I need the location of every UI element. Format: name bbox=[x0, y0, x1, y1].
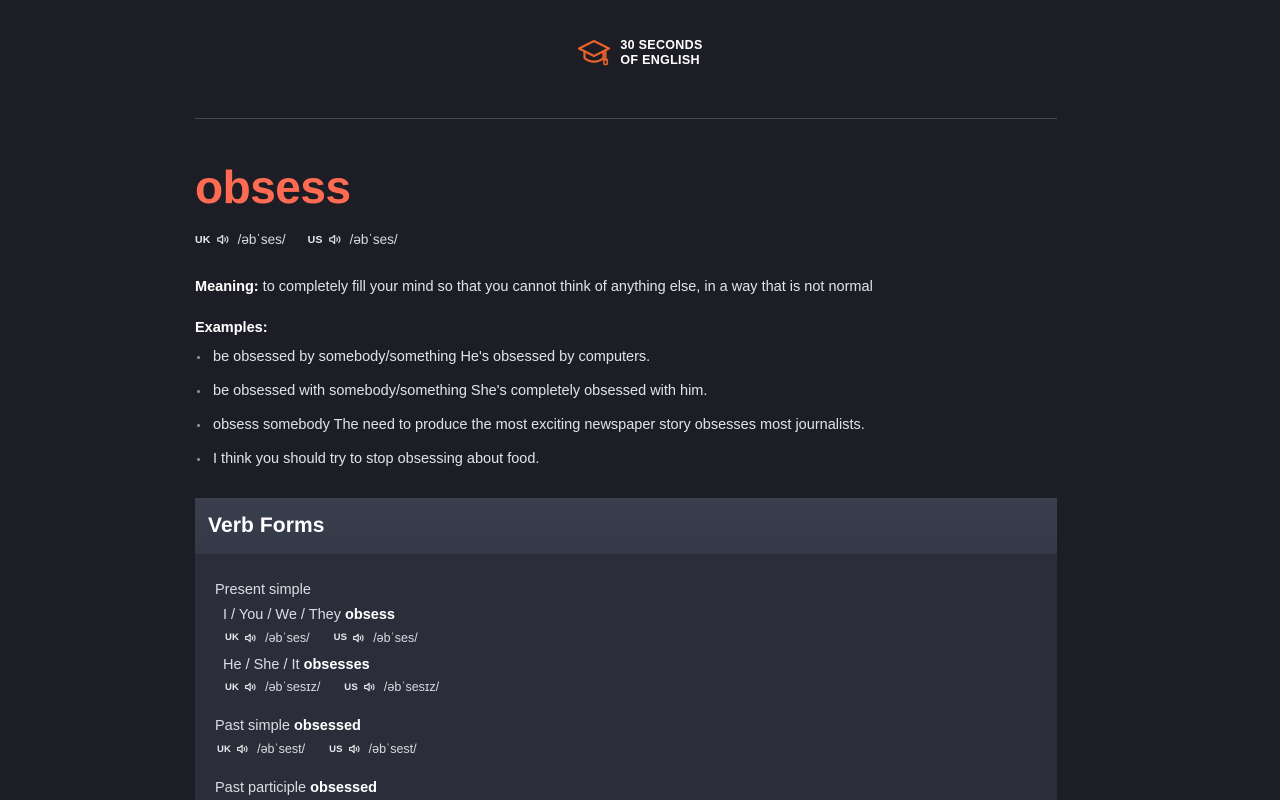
speaker-icon[interactable] bbox=[352, 632, 365, 644]
pronunciation-us: US /əbˈsesɪz/ bbox=[344, 680, 439, 694]
verb-form-pronunciation-row: UK /əbˈsest/ US /əbˈsest/ bbox=[217, 742, 1043, 756]
pronunciation-ipa-us: /əbˈsest/ bbox=[368, 742, 417, 757]
main-content: obsess UK /əbˈses/ US /əbˈses/ Meaning: … bbox=[195, 118, 1057, 800]
verb-form-entry: Past simple obsessed UK /əbˈsest/ US /əb… bbox=[215, 716, 1043, 756]
site-header: 30 SECONDS OF ENGLISH bbox=[0, 0, 1280, 118]
verb-form-line: He / She / It obsesses bbox=[223, 655, 1043, 677]
logo-line-1: 30 SECONDS bbox=[620, 38, 703, 52]
examples-label: Examples: bbox=[195, 320, 268, 337]
examples-list: be obsessed by somebody/something He's o… bbox=[195, 347, 1057, 470]
speaker-icon[interactable] bbox=[244, 632, 257, 644]
verb-form-word: obsesses bbox=[303, 656, 370, 673]
verb-form-subject: Past simple bbox=[215, 718, 294, 735]
speaker-icon[interactable] bbox=[363, 681, 376, 693]
pronunciation-uk: UK /əbˈsesɪz/ bbox=[225, 680, 320, 694]
verb-form-subject: He / She / It bbox=[223, 656, 304, 673]
logo-wordmark: 30 SECONDS OF ENGLISH bbox=[620, 38, 702, 69]
pronunciation-uk: UK /əbˈses/ bbox=[195, 232, 286, 247]
verb-form-entry: Past participle obsessed UK /əbˈsest/ bbox=[215, 778, 1043, 800]
header-divider bbox=[195, 118, 1057, 119]
meaning-block: Meaning: to completely fill your mind so… bbox=[195, 277, 1057, 298]
speaker-icon[interactable] bbox=[236, 743, 249, 755]
list-item: be obsessed by somebody/something He's o… bbox=[195, 347, 1057, 368]
verb-form-pronunciation-row: UK /əbˈses/ US /əbˈses/ bbox=[225, 631, 1043, 645]
speaker-icon[interactable] bbox=[244, 681, 257, 693]
pronunciation-us: US /əbˈses/ bbox=[334, 631, 418, 645]
verb-form-entry: I / You / We / They obsess UK /əbˈses/ U… bbox=[223, 605, 1043, 645]
pronunciation-ipa-us: /əbˈses/ bbox=[349, 232, 398, 247]
pronunciation-us: US /əbˈses/ bbox=[308, 232, 398, 247]
verb-forms-header: Verb Forms bbox=[195, 498, 1057, 555]
pronunciation-us: US /əbˈsest/ bbox=[329, 742, 417, 756]
logo-line-2: OF ENGLISH bbox=[620, 53, 700, 68]
verb-form-entry: He / She / It obsesses UK /əbˈsesɪz/ US … bbox=[223, 655, 1043, 695]
page-title: obsess bbox=[195, 161, 351, 213]
verb-form-word: obsessed bbox=[293, 718, 361, 735]
graduation-cap-icon bbox=[578, 40, 611, 66]
pronunciation-ipa-uk: /əbˈsest/ bbox=[257, 742, 306, 757]
verb-form-pronunciation-row: UK /əbˈsesɪz/ US /əbˈsesɪz/ bbox=[225, 680, 1043, 694]
verb-form-subject: I / You / We / They bbox=[223, 606, 345, 623]
pronunciation-locale-uk: UK bbox=[195, 233, 211, 246]
pronunciation-ipa-uk: /əbˈsesɪz/ bbox=[265, 680, 321, 695]
pronunciation-locale-us: US bbox=[307, 233, 323, 246]
list-item: obsess somebody The need to produce the … bbox=[195, 415, 1057, 436]
verb-forms-title: Verb Forms bbox=[208, 514, 325, 538]
pronunciation-locale-uk: UK bbox=[225, 681, 240, 693]
verb-form-word: obsessed bbox=[310, 780, 378, 797]
pronunciation-locale-uk: UK bbox=[217, 743, 232, 755]
site-logo[interactable]: 30 SECONDS OF ENGLISH bbox=[577, 38, 702, 69]
pronunciation-locale-us: US bbox=[329, 743, 343, 755]
verb-form-subject: Past participle bbox=[215, 780, 311, 797]
verb-forms-panel: Verb Forms Present simple I / You / We /… bbox=[195, 498, 1057, 800]
pronunciation-locale-uk: UK bbox=[225, 632, 240, 644]
pronunciation-uk: UK /əbˈses/ bbox=[225, 631, 310, 645]
page-root: 30 SECONDS OF ENGLISH obsess UK /əbˈses/… bbox=[0, 0, 1280, 800]
pronunciation-ipa-us: /əbˈses/ bbox=[373, 630, 418, 645]
pronunciation-uk: UK /əbˈsest/ bbox=[217, 742, 305, 756]
verb-form-word: obsess bbox=[344, 606, 395, 623]
headword-pronunciation-row: UK /əbˈses/ US /əbˈses/ bbox=[195, 232, 1057, 247]
pronunciation-locale-us: US bbox=[333, 632, 348, 644]
verb-form-line: Past participle obsessed bbox=[215, 778, 1043, 800]
speaker-icon[interactable] bbox=[216, 233, 230, 246]
speaker-icon[interactable] bbox=[328, 233, 342, 246]
pronunciation-ipa-uk: /əbˈses/ bbox=[237, 232, 286, 247]
pronunciation-ipa-uk: /əbˈses/ bbox=[265, 630, 310, 645]
verb-form-line: I / You / We / They obsess bbox=[223, 605, 1043, 627]
pronunciation-ipa-us: /əbˈsesɪz/ bbox=[383, 680, 440, 695]
list-item: be obsessed with somebody/something She'… bbox=[195, 381, 1057, 402]
list-item: I think you should try to stop obsessing… bbox=[195, 449, 1057, 470]
meaning-label: Meaning: bbox=[195, 279, 259, 295]
meaning-text: to completely fill your mind so that you… bbox=[262, 279, 873, 295]
verb-forms-body: Present simple I / You / We / They obses… bbox=[195, 554, 1057, 800]
tense-label-present-simple: Present simple bbox=[215, 582, 311, 599]
pronunciation-locale-us: US bbox=[344, 681, 358, 693]
verb-form-line: Past simple obsessed bbox=[215, 716, 1043, 738]
speaker-icon[interactable] bbox=[348, 743, 361, 755]
